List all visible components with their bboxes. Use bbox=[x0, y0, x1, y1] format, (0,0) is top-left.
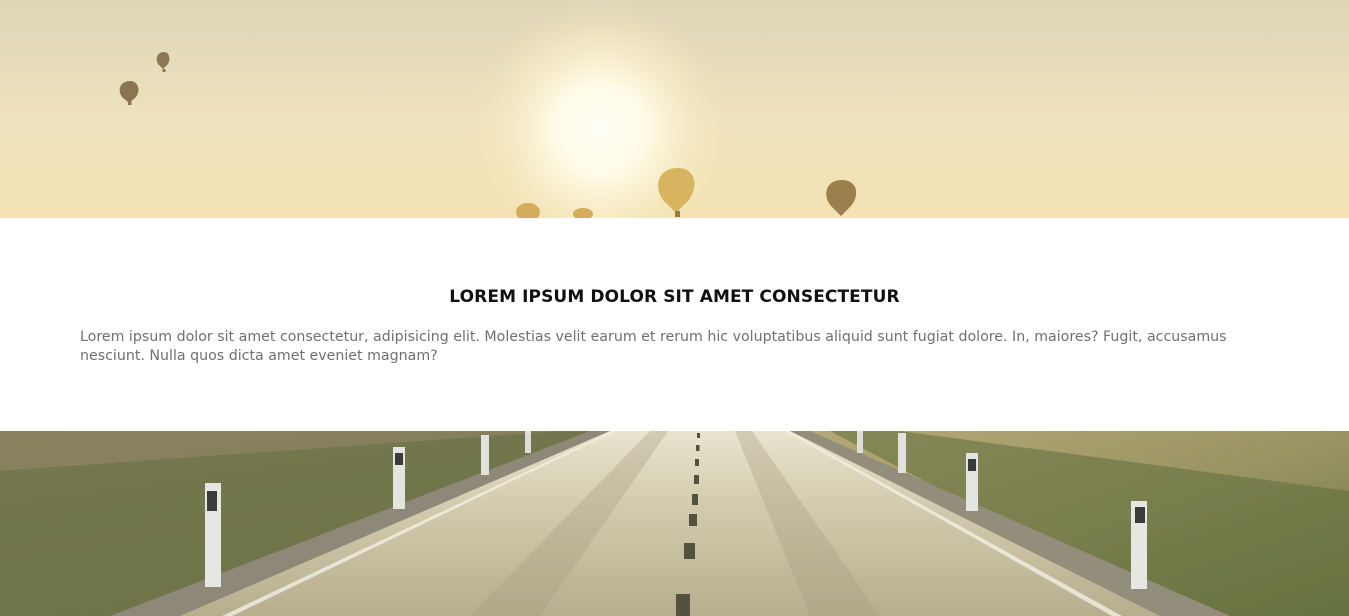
hero-image-road bbox=[0, 431, 1349, 616]
section-body-text: Lorem ipsum dolor sit amet consectetur, … bbox=[80, 329, 1227, 364]
content-section: LOREM IPSUM DOLOR SIT AMET CONSECTETUR L… bbox=[0, 218, 1349, 431]
hero-image-sky bbox=[0, 0, 1349, 218]
section-heading: LOREM IPSUM DOLOR SIT AMET CONSECTETUR bbox=[449, 287, 900, 307]
road-illustration bbox=[0, 431, 1349, 616]
sky-balloons-illustration bbox=[0, 0, 1349, 218]
